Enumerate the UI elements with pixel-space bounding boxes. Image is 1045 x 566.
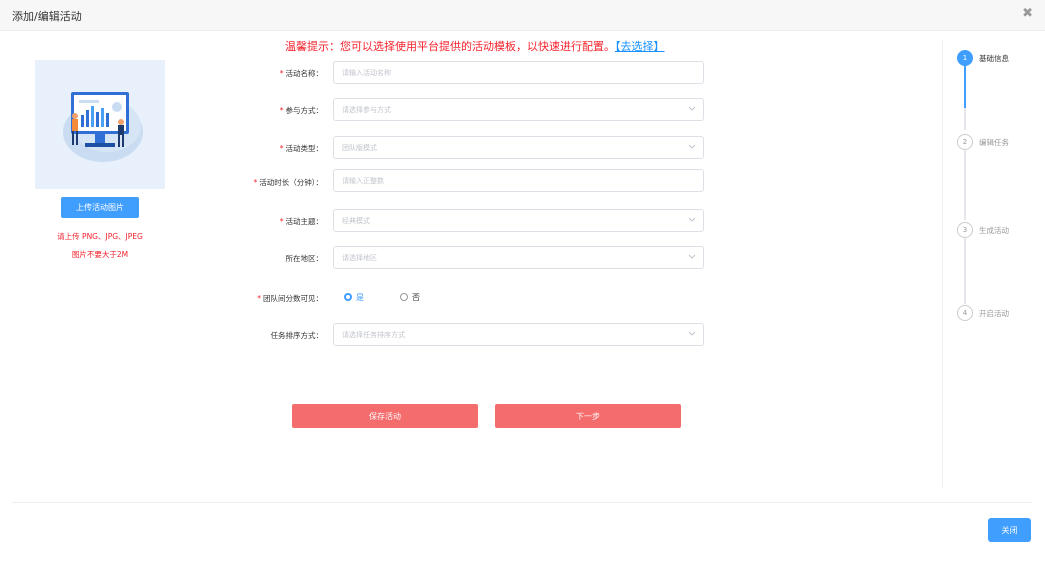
upload-image-button[interactable]: 上传活动图片 (61, 197, 139, 218)
step-2-circle: 2 (957, 134, 973, 150)
duration-input[interactable]: 请输入正整数 (333, 169, 704, 192)
radio-no[interactable]: 否 (400, 292, 420, 303)
upload-format-hint: 请上传 PNG、JPG、JPEG (57, 232, 143, 241)
task-order-label: 任务排序方式： (270, 331, 324, 340)
footer-divider (12, 502, 1032, 503)
presentation-illustration (63, 92, 143, 162)
step-4-circle: 4 (957, 305, 973, 321)
task-order-select[interactable]: 请选择任务排序方式 (333, 323, 704, 346)
choose-template-link[interactable]: 【去选择】 (615, 40, 665, 53)
step-line (964, 150, 966, 220)
save-activity-button[interactable]: 保存活动 (292, 404, 478, 428)
activity-image-preview (35, 60, 165, 189)
close-icon[interactable]: ✖ (1022, 6, 1033, 21)
theme-label: * 活动主题： (279, 217, 323, 226)
duration-label: * 活动时长（分钟）： (253, 178, 324, 187)
participation-label: * 参与方式： (279, 106, 323, 115)
step-1-label: 基础信息 (979, 54, 1009, 63)
radio-yes[interactable]: 是 (344, 292, 364, 303)
activity-name-label: * 活动名称： (279, 69, 323, 78)
step-3-circle: 3 (957, 222, 973, 238)
template-tip: 温馨提示：您可以选择使用平台提供的活动模板，以快速进行配置。【去选择】 (285, 38, 665, 54)
chevron-down-icon (688, 106, 696, 111)
activity-type-label: * 活动类型： (279, 144, 323, 153)
tip-text: 温馨提示：您可以选择使用平台提供的活动模板，以快速进行配置。 (285, 40, 615, 53)
region-select[interactable]: 请选择地区 (333, 246, 704, 269)
dialog-header: 添加/编辑活动 ✖ (0, 0, 1045, 31)
close-dialog-button[interactable]: 关闭 (988, 518, 1031, 542)
chevron-down-icon (688, 254, 696, 259)
next-step-button[interactable]: 下一步 (495, 404, 681, 428)
chevron-down-icon (688, 217, 696, 222)
steps-divider (942, 40, 943, 488)
step-1-circle: 1 (957, 50, 973, 66)
radio-unchecked-icon (400, 293, 408, 301)
chevron-down-icon (688, 331, 696, 336)
region-label: 所在地区： (285, 254, 324, 263)
step-line (964, 238, 966, 304)
step-4-label: 开启活动 (979, 309, 1009, 318)
activity-name-input[interactable]: 请输入活动名称 (333, 61, 704, 84)
activity-type-select[interactable]: 团队版模式 (333, 136, 704, 159)
step-2-label: 编辑任务 (979, 138, 1009, 147)
chevron-down-icon (688, 144, 696, 149)
theme-select[interactable]: 经典模式 (333, 209, 704, 232)
step-3-label: 生成活动 (979, 226, 1009, 235)
radio-checked-icon (344, 293, 352, 301)
participation-select[interactable]: 请选择参与方式 (333, 98, 704, 121)
score-visibility-label: * 团队间分数可见： (257, 294, 323, 303)
step-line (964, 108, 966, 130)
step-progress-line (964, 66, 966, 108)
dialog-title: 添加/编辑活动 (12, 10, 82, 23)
